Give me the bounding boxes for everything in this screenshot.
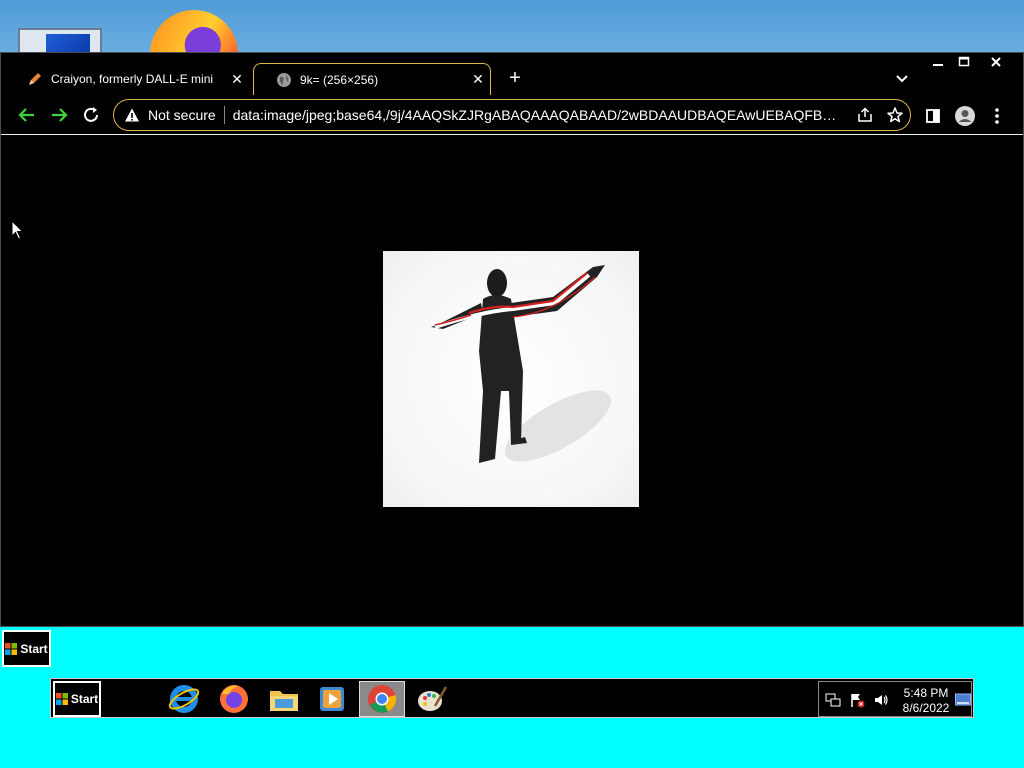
profile-button[interactable] bbox=[953, 104, 977, 128]
chevron-down-icon bbox=[896, 75, 908, 83]
share-button[interactable] bbox=[850, 103, 880, 127]
warning-icon[interactable] bbox=[124, 107, 140, 123]
back-button[interactable] bbox=[15, 104, 39, 126]
minimize-icon bbox=[933, 64, 943, 66]
taskbar-app-chrome[interactable] bbox=[359, 681, 405, 717]
close-window-button[interactable] bbox=[981, 55, 1011, 71]
taskbar-app-firefox[interactable] bbox=[211, 681, 257, 717]
maximize-button[interactable] bbox=[949, 55, 979, 71]
file-explorer-icon bbox=[270, 691, 298, 711]
windows-logo-icon bbox=[55, 693, 68, 705]
side-panel-button[interactable] bbox=[921, 104, 945, 128]
media-player-icon bbox=[320, 687, 344, 711]
page-viewport bbox=[1, 136, 1023, 626]
globe-icon bbox=[276, 72, 292, 88]
taskbar-app-paint[interactable] bbox=[409, 681, 455, 717]
network-icon[interactable] bbox=[825, 692, 841, 708]
start-button[interactable]: Start bbox=[53, 681, 101, 717]
close-tab-icon[interactable]: ✕ bbox=[225, 71, 249, 88]
url-text[interactable]: data:image/jpeg;base64,/9j/4AAQSkZJRgABA… bbox=[233, 107, 844, 123]
taskbar-app-internet-explorer[interactable] bbox=[161, 681, 207, 717]
clock-time: 5:48 PM bbox=[903, 686, 949, 700]
clock-date: 8/6/2022 bbox=[902, 701, 950, 715]
avatar-icon bbox=[955, 106, 975, 126]
tab-craiyon[interactable]: Craiyon, formerly DALL-E mini ✕ bbox=[5, 63, 249, 95]
tab-strip: Craiyon, formerly DALL-E mini ✕ 9k= (256… bbox=[1, 53, 1023, 95]
chrome-icon bbox=[368, 685, 397, 713]
close-icon bbox=[991, 57, 1001, 67]
taskbar-app-media-player[interactable] bbox=[309, 681, 355, 717]
taskbar: Start 5:48 PM 8/6/2022 bbox=[50, 678, 974, 718]
browser-window: Craiyon, formerly DALL-E mini ✕ 9k= (256… bbox=[0, 52, 1024, 627]
figure-illustration bbox=[431, 265, 612, 463]
close-tab-icon[interactable]: ✕ bbox=[466, 71, 490, 88]
system-tray: 5:48 PM 8/6/2022 bbox=[818, 681, 972, 717]
forward-button[interactable] bbox=[47, 104, 71, 126]
bookmark-button[interactable] bbox=[880, 103, 910, 127]
menu-button[interactable] bbox=[985, 104, 1009, 128]
start-button-secondary[interactable]: Start bbox=[2, 630, 51, 667]
star-icon bbox=[887, 107, 903, 123]
reload-button[interactable] bbox=[79, 104, 103, 126]
volume-icon[interactable] bbox=[873, 692, 889, 708]
desktop-background bbox=[0, 0, 1024, 60]
maximize-icon bbox=[958, 56, 970, 67]
arrow-left-icon bbox=[18, 108, 34, 122]
divider bbox=[223, 106, 225, 124]
new-tab-button[interactable]: + bbox=[503, 67, 527, 91]
arrow-right-icon bbox=[52, 108, 68, 122]
paint-icon bbox=[418, 686, 448, 711]
taskbar-app-file-explorer[interactable] bbox=[261, 681, 307, 717]
side-panel-icon bbox=[926, 109, 940, 123]
clock[interactable]: 5:48 PM 8/6/2022 bbox=[899, 686, 953, 716]
internet-explorer-icon bbox=[168, 685, 200, 713]
reload-icon bbox=[84, 107, 98, 122]
tab-title: Craiyon, formerly DALL-E mini bbox=[51, 72, 214, 86]
show-desktop-icon[interactable] bbox=[955, 692, 971, 708]
windows-logo-icon bbox=[5, 642, 18, 655]
firefox-icon bbox=[220, 685, 248, 713]
start-label: Start bbox=[70, 692, 99, 706]
start-label: Start bbox=[20, 641, 48, 656]
share-icon bbox=[858, 107, 872, 122]
tab-title: 9k= (256×256) bbox=[300, 72, 379, 87]
security-label[interactable]: Not secure bbox=[148, 107, 216, 123]
tab-search-button[interactable] bbox=[891, 69, 913, 89]
kebab-menu-icon bbox=[995, 108, 999, 124]
pencil-icon bbox=[27, 71, 43, 87]
mouse-pointer-icon bbox=[11, 219, 25, 245]
action-center-flag-icon[interactable] bbox=[849, 692, 865, 708]
displayed-image[interactable] bbox=[383, 251, 639, 507]
address-bar[interactable]: Not secure data:image/jpeg;base64,/9j/4A… bbox=[113, 99, 911, 131]
browser-toolbar: Not secure data:image/jpeg;base64,/9j/4A… bbox=[1, 95, 1023, 135]
tab-image[interactable]: 9k= (256×256) ✕ bbox=[253, 63, 491, 95]
